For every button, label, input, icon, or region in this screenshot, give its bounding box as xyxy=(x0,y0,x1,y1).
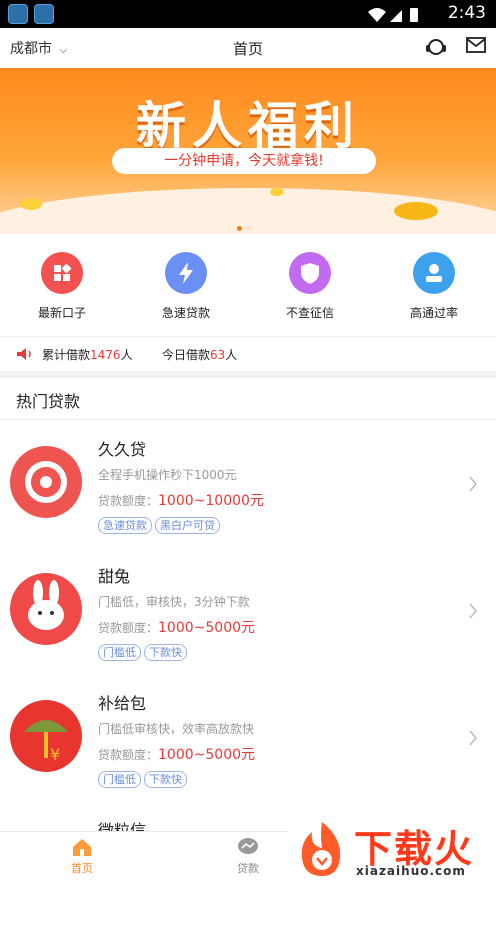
banner-pagination xyxy=(237,216,255,234)
loan-ticker: 累计借款1476人 今日借款63人 xyxy=(0,337,496,371)
app-notification-icon xyxy=(8,4,28,24)
umbrella-yuan-logo: ¥ xyxy=(10,700,82,772)
page-title: 首页 xyxy=(232,40,263,58)
loan-tag: 急速贷款 xyxy=(98,517,152,534)
loan-description: 全程手机操作秒下1000元 xyxy=(98,468,237,482)
svg-text:¥: ¥ xyxy=(50,745,60,764)
banner-subtitle: 一分钟申请，今天就拿钱! xyxy=(112,148,376,174)
loan-description: 门槛低，审核快，3分钟下款 xyxy=(98,595,250,609)
lightning-icon xyxy=(165,252,207,294)
loan-tag: 门槛低 xyxy=(98,644,141,661)
quick-link-label: 高通过率 xyxy=(409,306,458,320)
customer-service-icon[interactable] xyxy=(424,36,448,58)
pagination-dot xyxy=(246,226,251,231)
loan-description: 门槛低审核快，效率高放款快 xyxy=(98,722,255,736)
loan-amount: 贷款额度：1000~10000元 xyxy=(98,493,264,509)
today-borrowed: 今日借款63人 xyxy=(162,348,238,362)
quick-link-no-credit-check[interactable]: 不查征信 xyxy=(260,252,360,321)
quick-link-label: 急速贷款 xyxy=(161,306,210,320)
tab-home[interactable]: 首页 xyxy=(32,837,132,876)
loan-tag: 门槛低 xyxy=(98,771,141,788)
chat-bubble-icon xyxy=(238,838,258,854)
loan-name: 甜兔 xyxy=(98,567,131,586)
user-badge-icon xyxy=(413,252,455,294)
total-borrowed: 累计借款1476人 xyxy=(42,348,133,362)
quick-link-latest[interactable]: 最新口子 xyxy=(12,252,112,321)
watermark-domain: xiazaihuo.com xyxy=(356,864,466,878)
home-icon xyxy=(73,839,91,856)
loan-name: 补给包 xyxy=(98,694,147,713)
clock: 2:43 xyxy=(447,3,486,23)
quick-link-fast-loan[interactable]: 急速贷款 xyxy=(136,252,236,321)
coin-decoration xyxy=(270,188,284,196)
quick-links: 最新口子 急速贷款 不查征信 高通过率 xyxy=(0,234,496,337)
shield-icon xyxy=(289,252,331,294)
tab-label: 首页 xyxy=(71,862,93,875)
loan-item-bujibao[interactable]: ¥ 补给包 门槛低审核快，效率高放款快 贷款额度：1000~5000元 门槛低下… xyxy=(0,674,496,802)
loan-tag: 下款快 xyxy=(144,771,187,788)
quick-link-label: 最新口子 xyxy=(37,306,86,320)
loan-tags: 急速贷款 黑白户可贷 xyxy=(98,514,223,534)
app-notification-icon xyxy=(34,4,54,24)
pagination-dot xyxy=(237,226,242,231)
loan-tags: 门槛低 下款快 xyxy=(98,768,190,788)
jiujiudai-logo xyxy=(10,446,82,518)
loan-tag: 下款快 xyxy=(144,644,187,661)
rabbit-logo xyxy=(10,573,82,645)
loan-name: 久久贷 xyxy=(98,440,147,459)
loan-tag: 黑白户可贷 xyxy=(155,517,220,534)
loan-item-tiantu[interactable]: 甜兔 门槛低，审核快，3分钟下款 贷款额度：1000~5000元 门槛低 下款快 xyxy=(0,547,496,675)
chevron-right-icon xyxy=(469,730,477,746)
quick-link-high-pass[interactable]: 高通过率 xyxy=(384,252,484,321)
chevron-right-icon xyxy=(469,603,477,619)
coin-stack-decoration xyxy=(394,202,438,220)
speaker-icon xyxy=(17,348,31,360)
loan-amount: 贷款额度：1000~5000元 xyxy=(98,620,256,636)
promo-banner[interactable]: 新人福利 一分钟申请，今天就拿钱! xyxy=(0,68,496,234)
signal-wifi-battery-icons xyxy=(368,8,418,22)
tab-label: 贷款 xyxy=(237,862,259,875)
coin-decoration xyxy=(20,198,42,210)
hot-loans-section: 热门贷款 久久贷 全程手机操作秒下1000元 贷款额度：1000~10000元 … xyxy=(0,378,496,928)
loan-tags: 门槛低 下款快 xyxy=(98,641,190,661)
watermark: 下载火 xiazaihuo.com xyxy=(288,814,496,883)
chevron-right-icon xyxy=(469,476,477,492)
top-app-bar: 成都市 ⌵ 首页 xyxy=(0,28,496,69)
quick-link-label: 不查征信 xyxy=(285,306,334,320)
tab-loan[interactable]: 贷款 xyxy=(198,837,298,876)
loan-item-jiujiudai[interactable]: 久久贷 全程手机操作秒下1000元 贷款额度：1000~10000元 急速贷款黑… xyxy=(0,420,496,548)
grid-icon xyxy=(41,252,83,294)
section-title: 热门贷款 xyxy=(16,392,81,411)
loan-amount: 贷款额度：1000~5000元 xyxy=(98,747,256,763)
status-bar: 2:43 xyxy=(0,0,496,28)
message-icon[interactable] xyxy=(466,36,486,54)
flame-logo-icon xyxy=(301,822,341,876)
